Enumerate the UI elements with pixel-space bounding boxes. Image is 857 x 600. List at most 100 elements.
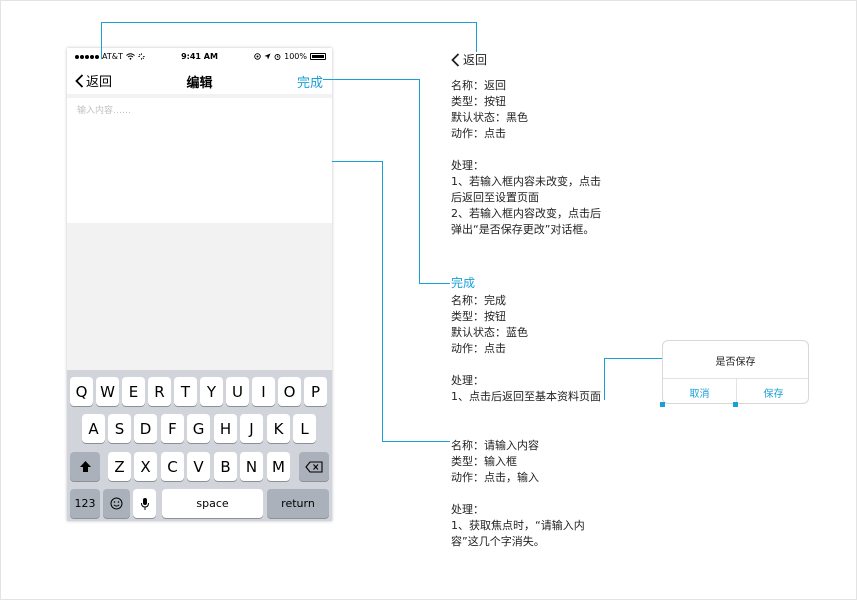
dialog-connector-vertical bbox=[604, 358, 605, 400]
annotation-line: 1、若输入框内容未改变，点击 bbox=[451, 175, 601, 188]
back-connector-vertical-left bbox=[101, 22, 102, 59]
alarm-icon bbox=[274, 54, 281, 60]
key-w[interactable]: W bbox=[96, 377, 119, 406]
key-y[interactable]: Y bbox=[200, 377, 223, 406]
key-v[interactable]: V bbox=[187, 452, 210, 481]
backspace-icon bbox=[305, 460, 323, 473]
key-r[interactable]: R bbox=[148, 377, 171, 406]
annotation-line: 动作：点击，输入 bbox=[451, 471, 539, 484]
annotation-line: 1、获取焦点时，“请输入内 bbox=[451, 519, 585, 532]
back-connector-vertical-right bbox=[476, 22, 477, 52]
annotation-line: 动作：点击 bbox=[451, 342, 506, 355]
annotation-line: 处理： bbox=[451, 503, 484, 516]
annotation-done-heading: 完成 bbox=[451, 276, 476, 290]
back-button[interactable]: 返回 bbox=[75, 71, 112, 90]
key-d[interactable]: D bbox=[134, 414, 157, 443]
chevron-left-icon bbox=[451, 52, 460, 67]
space-key[interactable]: space bbox=[162, 489, 263, 518]
key-c[interactable]: C bbox=[161, 452, 184, 481]
key-s[interactable]: S bbox=[108, 414, 131, 443]
done-button[interactable]: 完成 bbox=[297, 72, 323, 91]
delete-key[interactable] bbox=[299, 452, 329, 481]
emoji-icon bbox=[110, 497, 123, 510]
battery-icon bbox=[310, 53, 326, 60]
input-connector-bottom bbox=[382, 441, 450, 442]
annotation-line: 名称：返回 bbox=[451, 79, 506, 92]
status-bar: AT&T 9:41 AM 100% bbox=[67, 48, 332, 66]
annotation-back: 名称：返回 类型：按钮 默认状态：黑色 动作：点击 处理： 1、若输入框内容未改… bbox=[451, 78, 601, 238]
annotation-line: 处理： bbox=[451, 159, 484, 172]
numbers-key[interactable]: 123 bbox=[70, 489, 100, 518]
annotation-line bbox=[451, 142, 601, 158]
annotation-line: 名称：完成 bbox=[451, 294, 506, 307]
navbar: 返回 编辑 完成 bbox=[67, 66, 332, 94]
canvas: AT&T 9:41 AM 100% 返回 编辑 完成 输入内容…… Q W E … bbox=[0, 0, 857, 600]
annotation-line: 类型：输入框 bbox=[451, 455, 517, 468]
save-dialog: 是否保存 取消 保存 bbox=[662, 340, 810, 405]
dialog-marker-left bbox=[660, 402, 665, 407]
annotation-line: 动作：点击 bbox=[451, 127, 506, 140]
key-m[interactable]: M bbox=[267, 452, 290, 481]
phone-mockup: AT&T 9:41 AM 100% 返回 编辑 完成 输入内容…… Q W E … bbox=[67, 48, 332, 521]
dialog-save-button[interactable]: 保存 bbox=[737, 385, 810, 400]
key-t[interactable]: T bbox=[174, 377, 197, 406]
chevron-left-icon bbox=[75, 73, 84, 88]
key-b[interactable]: B bbox=[214, 452, 237, 481]
back-label: 返回 bbox=[86, 75, 113, 90]
key-e[interactable]: E bbox=[122, 377, 145, 406]
dialog-marker-right bbox=[733, 402, 738, 407]
done-connector-vertical bbox=[419, 79, 420, 284]
key-g[interactable]: G bbox=[187, 414, 210, 443]
annotation-line: 2、若输入框内容改变，点击后 bbox=[451, 207, 601, 220]
key-z[interactable]: Z bbox=[108, 452, 131, 481]
content-input[interactable] bbox=[67, 98, 332, 223]
shift-icon bbox=[79, 461, 91, 472]
microphone-icon bbox=[140, 497, 149, 510]
key-n[interactable]: N bbox=[240, 452, 263, 481]
annotation-line: 弹出“是否保存更改”对话框。 bbox=[451, 223, 595, 236]
input-connector-top bbox=[332, 161, 383, 162]
key-l[interactable]: L bbox=[293, 414, 316, 443]
key-u[interactable]: U bbox=[226, 377, 249, 406]
key-j[interactable]: J bbox=[240, 414, 263, 443]
dialog-cancel-button[interactable]: 取消 bbox=[663, 385, 736, 400]
annotation-back-heading: 返回 bbox=[451, 51, 487, 68]
key-q[interactable]: Q bbox=[70, 377, 93, 406]
annotation-line: 处理： bbox=[451, 374, 484, 387]
annotation-line: 类型：按钮 bbox=[451, 95, 506, 108]
battery-label: 100% bbox=[284, 52, 307, 61]
key-f[interactable]: F bbox=[161, 414, 184, 443]
annotation-line bbox=[451, 486, 585, 502]
key-i[interactable]: I bbox=[252, 377, 275, 406]
keyboard: Q W E R T Y U I O P A S D F G H J K L Z … bbox=[67, 370, 332, 521]
key-h[interactable]: H bbox=[214, 414, 237, 443]
annotation-line: 名称：请输入内容 bbox=[451, 439, 539, 452]
annotation-line: 后返回至设置页面 bbox=[451, 191, 539, 204]
back-connector-horizontal bbox=[101, 22, 477, 23]
key-a[interactable]: A bbox=[82, 414, 105, 443]
key-x[interactable]: X bbox=[134, 452, 157, 481]
status-right: 100% bbox=[254, 52, 326, 61]
annotation-line bbox=[451, 357, 601, 373]
annotation-line: 容”这几个字消失。 bbox=[451, 535, 545, 548]
done-connector-bottom bbox=[419, 283, 450, 284]
return-key[interactable]: return bbox=[267, 489, 329, 518]
key-p[interactable]: P bbox=[304, 377, 327, 406]
annotation-line: 1、点击后返回至基本资料页面 bbox=[451, 390, 601, 403]
key-o[interactable]: O bbox=[278, 377, 301, 406]
annotation-line: 默认状态：蓝色 bbox=[451, 326, 528, 339]
input-connector-vertical bbox=[382, 161, 383, 442]
content-input-area bbox=[67, 98, 332, 223]
annotation-back-head-label: 返回 bbox=[463, 53, 488, 67]
key-k[interactable]: K bbox=[267, 414, 290, 443]
microphone-key[interactable] bbox=[133, 489, 156, 518]
dialog-connector-horizontal bbox=[604, 358, 663, 359]
annotation-line: 类型：按钮 bbox=[451, 310, 506, 323]
orientation-lock-icon bbox=[254, 53, 261, 60]
location-icon bbox=[264, 53, 271, 60]
shift-key[interactable] bbox=[70, 452, 100, 481]
emoji-key[interactable] bbox=[103, 489, 130, 518]
annotation-done: 完成 名称：完成 类型：按钮 默认状态：蓝色 动作：点击 处理： 1、点击后返回… bbox=[451, 275, 601, 405]
annotation-input: 名称：请输入内容 类型：输入框 动作：点击，输入 处理： 1、获取焦点时，“请输… bbox=[451, 438, 585, 550]
dialog-title: 是否保存 bbox=[715, 357, 756, 368]
